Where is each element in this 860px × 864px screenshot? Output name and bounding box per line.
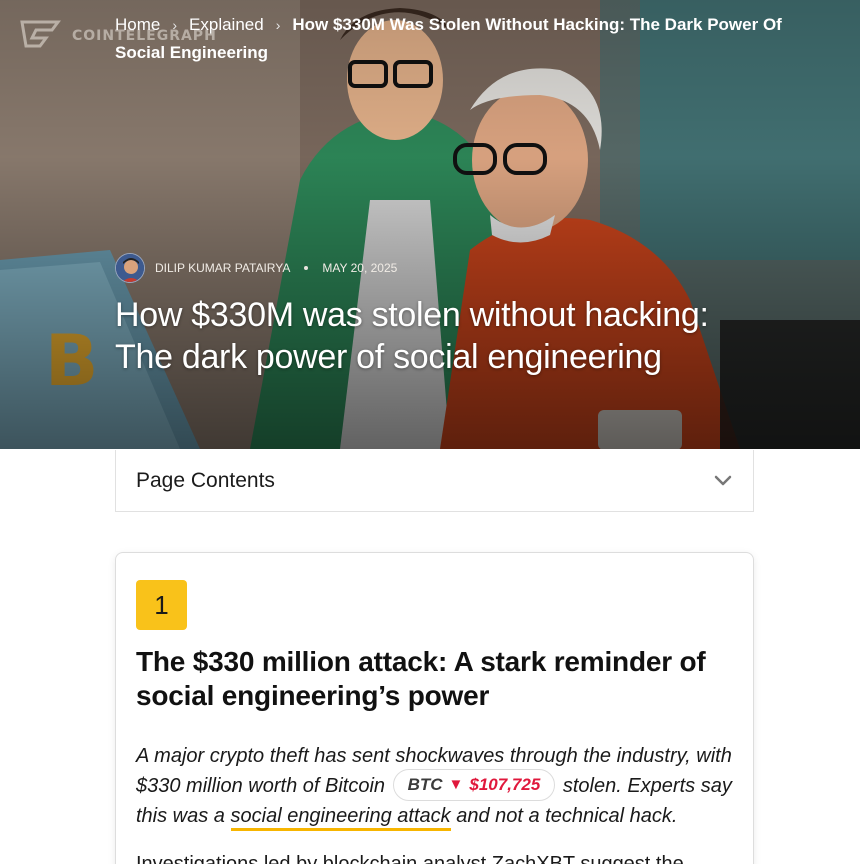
- author-name[interactable]: DILIP KUMAR PATAIRYA: [155, 261, 290, 275]
- avatar-image: [116, 254, 144, 282]
- page-contents-label: Page Contents: [136, 468, 275, 492]
- breadcrumb-home-link[interactable]: Home: [115, 15, 160, 34]
- section-card: 1 The $330 million attack: A stark remin…: [115, 552, 754, 864]
- chevron-down-icon: [714, 475, 732, 485]
- section-number-badge: 1: [136, 580, 187, 630]
- breadcrumb-chevron-icon: ›: [172, 17, 178, 33]
- section-title: The $330 million attack: A stark reminde…: [136, 646, 706, 711]
- price-down-arrow-icon: ▼: [448, 775, 464, 793]
- article-title: How $330M was stolen without hacking: Th…: [115, 296, 709, 376]
- social-engineering-link[interactable]: social engineering attack: [230, 805, 451, 831]
- ticker-symbol: BTC: [407, 774, 443, 794]
- article-byline: DILIP KUMAR PATAIRYA MAY 20, 2025: [115, 253, 397, 283]
- ticker-price: $107,725: [469, 774, 541, 794]
- section-paragraph: Investigations led by blockchain analyst…: [136, 853, 684, 864]
- page-contents-toggle[interactable]: Page Contents: [115, 450, 754, 512]
- breadcrumb-chevron-icon: ›: [275, 17, 281, 33]
- cointelegraph-logo-icon: [20, 20, 61, 48]
- publish-date: MAY 20, 2025: [322, 261, 398, 275]
- breadcrumb: Home › Explained › How $330M Was Stolen With…: [115, 11, 795, 67]
- btc-price-ticker[interactable]: BTC ▼ $107,725: [392, 768, 556, 801]
- breadcrumb-section-link[interactable]: Explained: [189, 15, 264, 34]
- article-hero: B COINTELEGRAPH Home›Explained›How $330M…: [0, 0, 860, 449]
- section-intro: A major crypto theft has sent shockwaves…: [136, 741, 736, 831]
- byline-separator: [304, 266, 309, 270]
- hero-overlay: [0, 0, 860, 449]
- intro-text-3: and not a technical hack.: [456, 805, 678, 827]
- author-avatar[interactable]: [115, 253, 145, 283]
